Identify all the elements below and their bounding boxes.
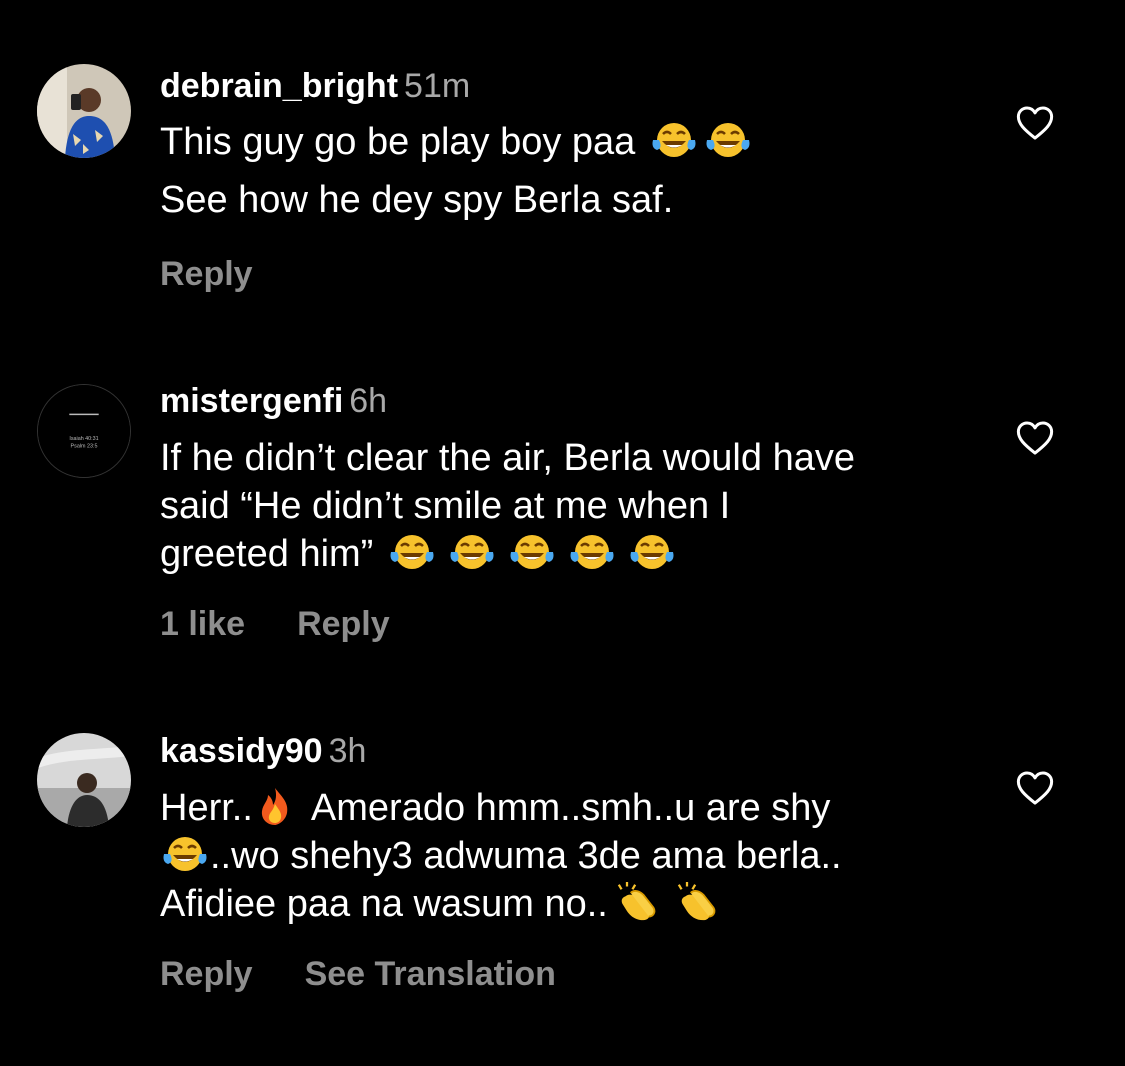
comment-meta: debrain_bright 51m bbox=[160, 66, 470, 106]
fire-icon bbox=[255, 786, 295, 826]
comment-meta: kassidy90 3h bbox=[160, 731, 366, 771]
clapping-hands-icon bbox=[672, 882, 722, 922]
comment-text: Herr.. Amerado hmm..smh..u are shy ..wo s… bbox=[160, 784, 980, 928]
comment-text: This guy go be play boy paa See how he d… bbox=[160, 118, 980, 224]
face-with-tears-of-joy-icon bbox=[387, 532, 437, 572]
face-with-tears-of-joy-icon bbox=[627, 532, 677, 572]
clapping-hands-icon bbox=[612, 882, 662, 922]
comment-actions: 1 like Reply bbox=[160, 604, 442, 644]
heart-icon[interactable] bbox=[1016, 420, 1054, 456]
avatar[interactable]: Isaiah 40:31 Psalm 23:5 bbox=[37, 384, 131, 478]
face-with-tears-of-joy-icon bbox=[507, 532, 557, 572]
username[interactable]: kassidy90 bbox=[160, 732, 323, 770]
comment-line: Afidiee paa na wasum no.. bbox=[160, 883, 608, 925]
comment-line: greeted him” bbox=[160, 533, 374, 575]
username[interactable]: mistergenfi bbox=[160, 382, 343, 420]
comment-line: Herr.. bbox=[160, 787, 253, 829]
comment-text: If he didn’t clear the air, Berla would … bbox=[160, 434, 980, 578]
see-translation-button[interactable]: See Translation bbox=[305, 955, 556, 993]
face-with-tears-of-joy-icon bbox=[567, 532, 617, 572]
heart-icon[interactable] bbox=[1016, 105, 1054, 141]
timestamp: 6h bbox=[349, 382, 388, 420]
face-with-tears-of-joy-icon bbox=[447, 532, 497, 572]
avatar-text: Isaiah 40:31 bbox=[69, 436, 98, 442]
avatar[interactable] bbox=[37, 733, 131, 827]
comment-line: said “He didn’t smile at me when I bbox=[160, 485, 731, 527]
comment-meta: mistergenfi 6h bbox=[160, 381, 387, 421]
comment-line: ..wo shehy3 adwuma 3de ama berla.. bbox=[210, 835, 842, 877]
username[interactable]: debrain_bright bbox=[160, 67, 398, 105]
comment-actions: Reply bbox=[160, 254, 305, 294]
avatar-text: Psalm 23:5 bbox=[71, 444, 98, 450]
reply-button[interactable]: Reply bbox=[297, 605, 390, 643]
face-with-tears-of-joy-icon bbox=[703, 120, 753, 160]
comment-line: See how he dey spy Berla saf. bbox=[160, 179, 674, 221]
reply-button[interactable]: Reply bbox=[160, 955, 253, 993]
face-with-tears-of-joy-icon bbox=[160, 834, 210, 874]
timestamp: 3h bbox=[328, 732, 367, 770]
comment-actions: Reply See Translation bbox=[160, 954, 608, 994]
heart-icon[interactable] bbox=[1016, 770, 1054, 806]
like-count[interactable]: 1 like bbox=[160, 605, 245, 643]
avatar[interactable] bbox=[37, 64, 131, 158]
reply-button[interactable]: Reply bbox=[160, 255, 253, 293]
comment-line: Amerado hmm..smh..u are shy bbox=[310, 787, 831, 829]
comment-line: If he didn’t clear the air, Berla would … bbox=[160, 437, 855, 479]
face-with-tears-of-joy-icon bbox=[649, 120, 699, 160]
comment-line: This guy go be play boy paa bbox=[160, 121, 636, 163]
timestamp: 51m bbox=[404, 67, 471, 105]
